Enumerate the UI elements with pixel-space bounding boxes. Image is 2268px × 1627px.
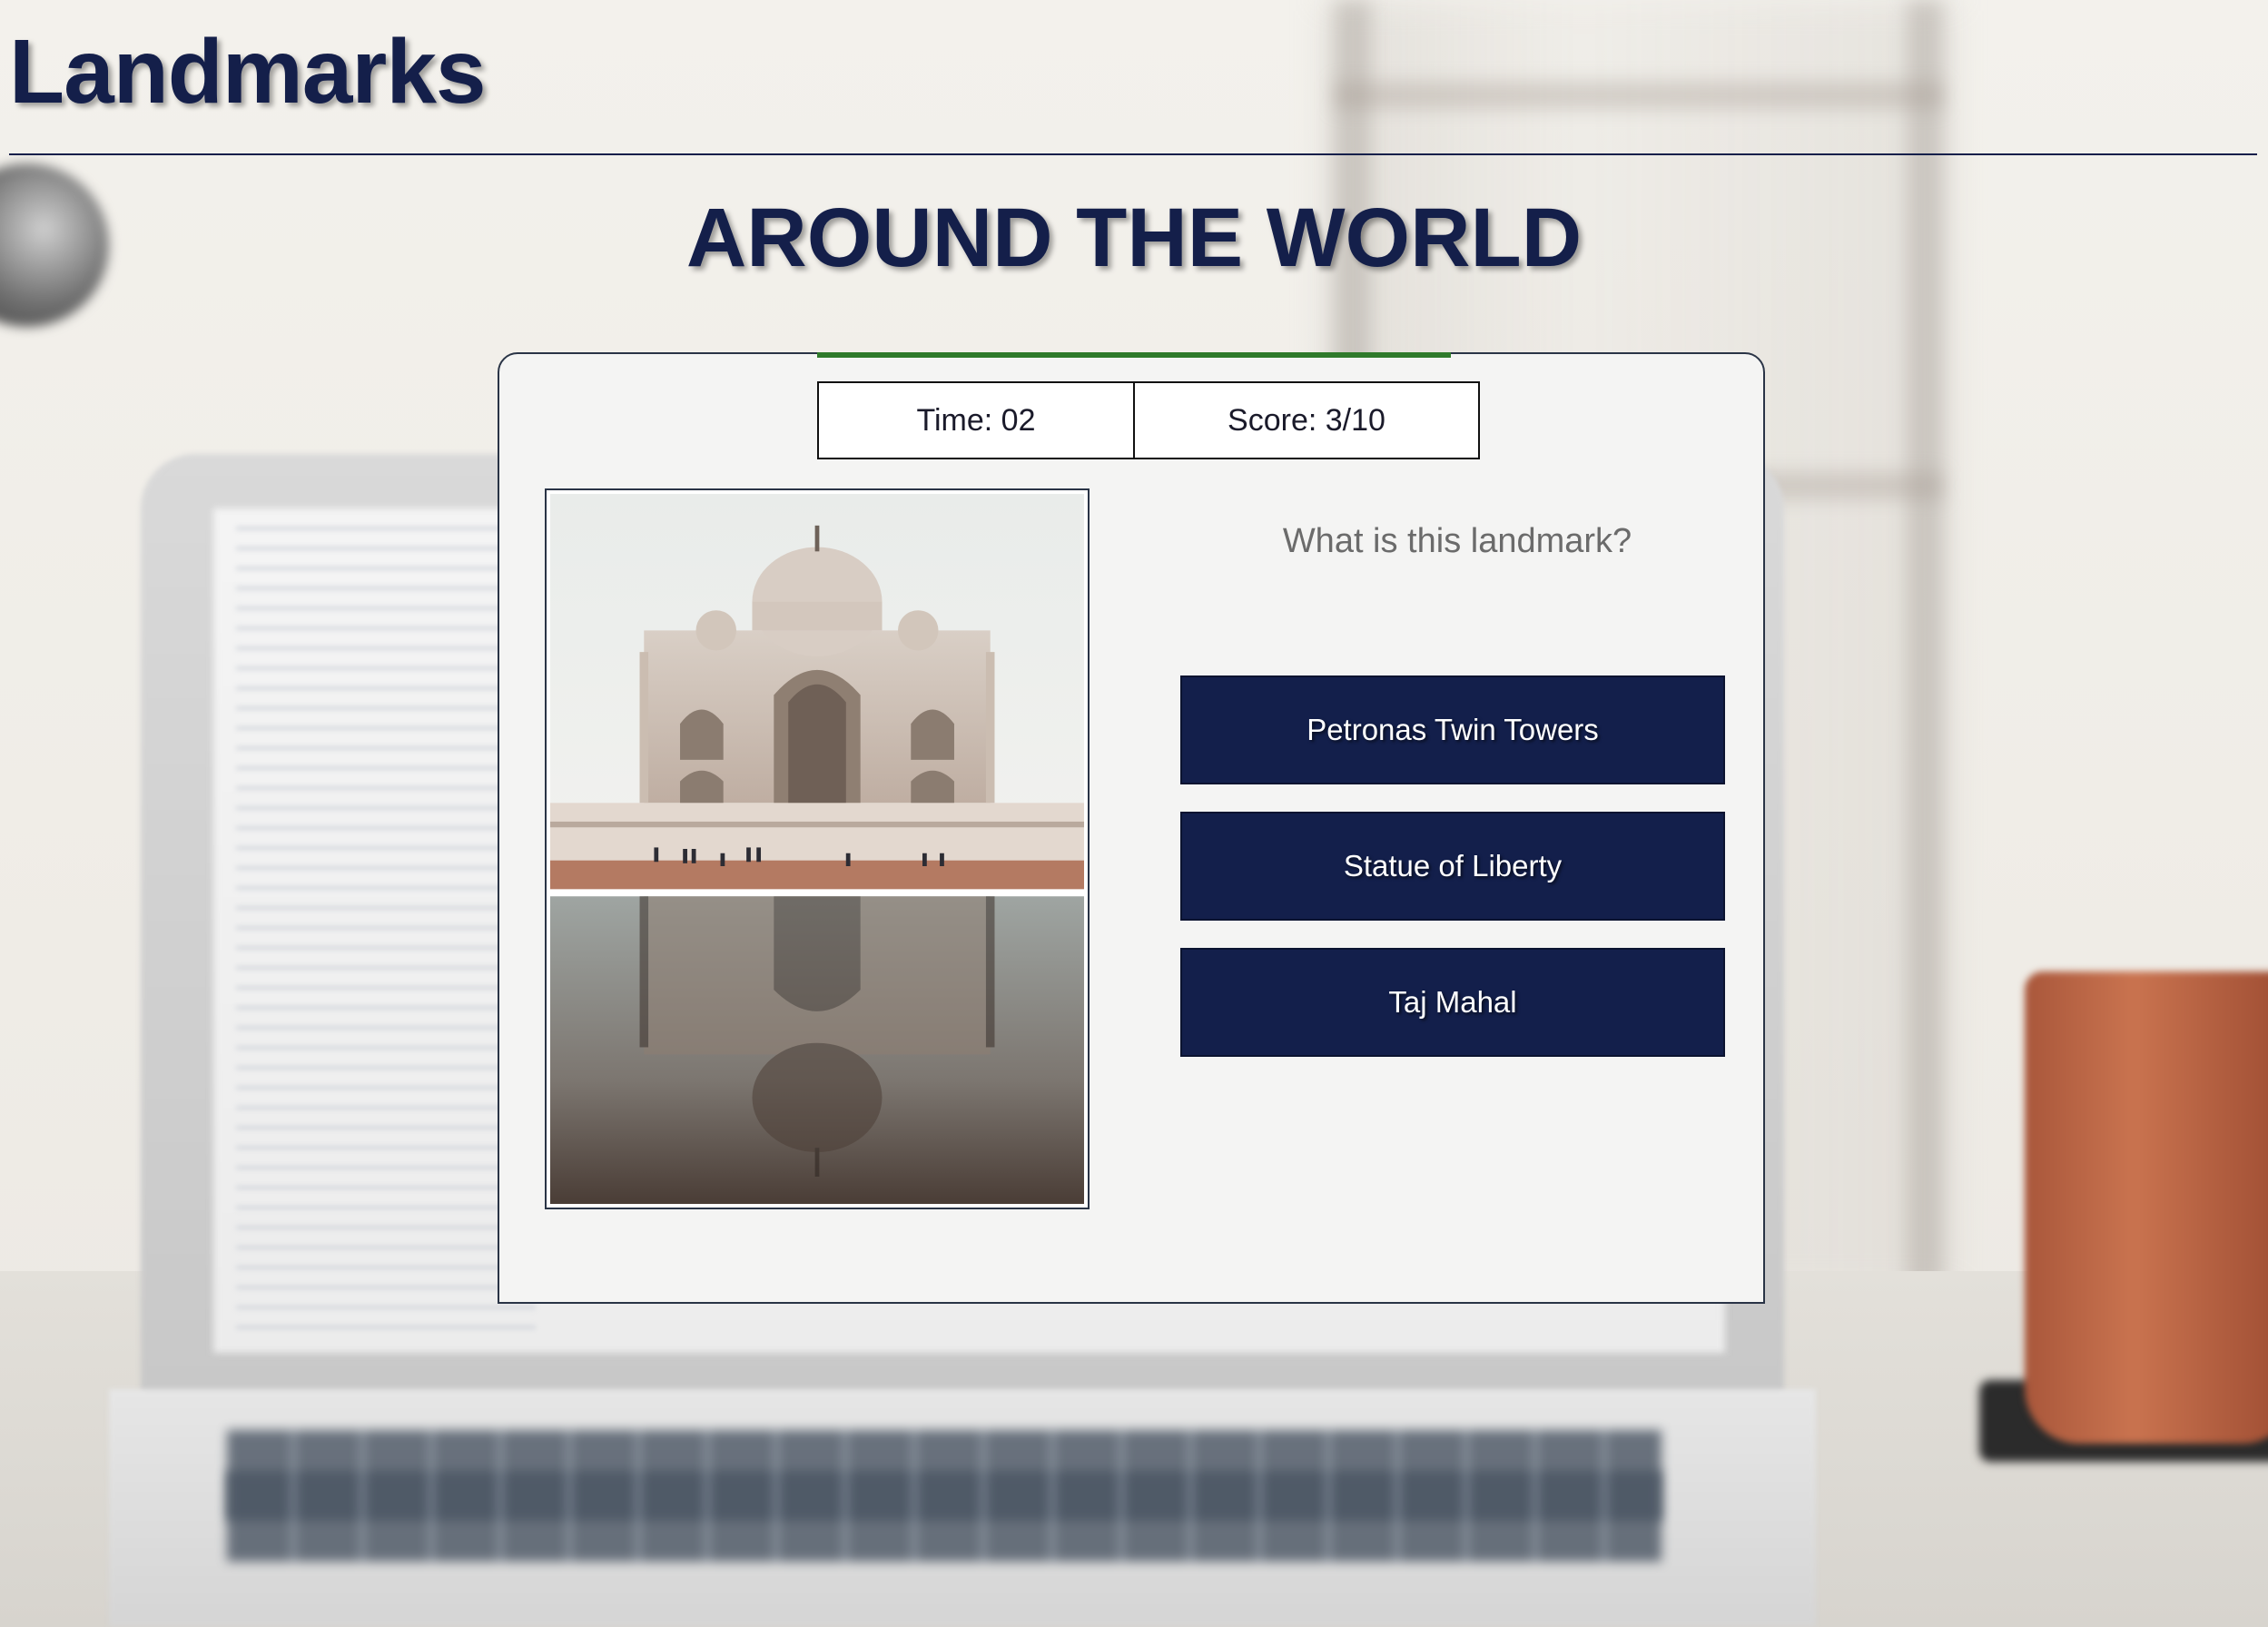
game-heading: AROUND THE WORLD <box>685 192 1583 284</box>
question-text: What is this landmark? <box>1282 522 1632 560</box>
quiz-card: Time: 02 Score: 3/10 What is this landma… <box>498 352 1765 1304</box>
header-divider <box>9 153 2257 155</box>
landmark-image <box>545 488 1090 1209</box>
answer-button[interactable]: Taj Mahal <box>1180 948 1725 1057</box>
answer-button[interactable]: Petronas Twin Towers <box>1180 675 1725 784</box>
stats-bar: Time: 02 Score: 3/10 <box>817 381 1480 459</box>
taj-mahal-photo <box>550 494 1084 1204</box>
timer-display: Time: 02 <box>819 383 1135 458</box>
background-keyboard <box>227 1471 1662 1562</box>
answer-button[interactable]: Statue of Liberty <box>1180 812 1725 921</box>
background-code-lines <box>236 527 536 1335</box>
score-display: Score: 3/10 <box>1228 402 1385 438</box>
site-title: Landmarks <box>9 21 487 123</box>
page-background: Landmarks AROUND THE WORLD Time: 02 Scor… <box>0 0 2268 1627</box>
background-mug <box>2025 971 2268 1444</box>
progress-bar <box>817 352 1451 358</box>
progress-bar-fill <box>817 352 1451 358</box>
background-shelf-board <box>1335 82 1943 109</box>
